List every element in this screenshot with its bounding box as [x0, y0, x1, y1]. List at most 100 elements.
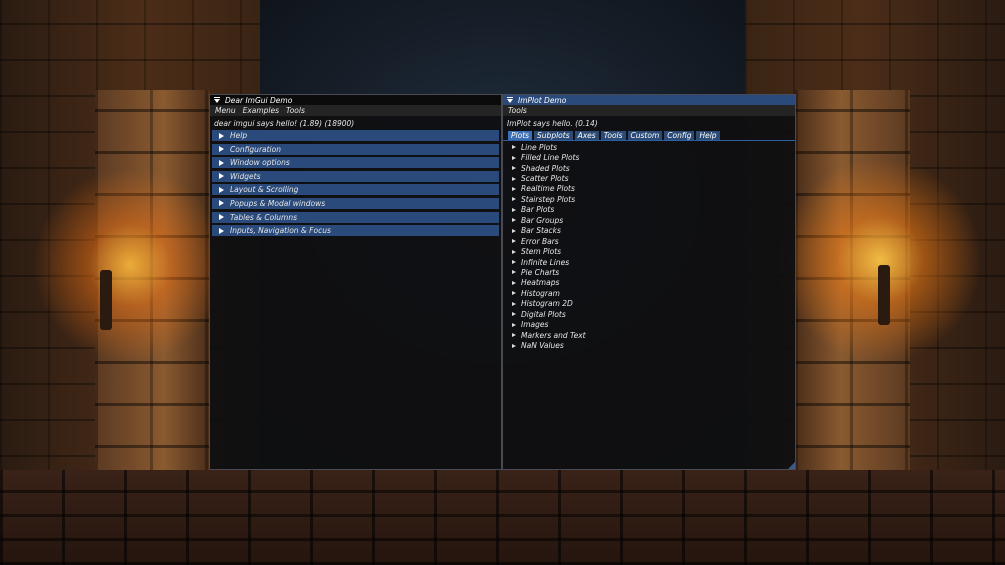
tree-arrow-icon — [512, 280, 516, 285]
torch-glow-left — [30, 170, 230, 360]
tree-item-scatter-plots[interactable]: Scatter Plots — [503, 173, 795, 183]
tree-arrow-icon — [512, 176, 516, 181]
tree-item-filled-line-plots[interactable]: Filled Line Plots — [503, 152, 795, 162]
tree-item-label: Infinite Lines — [521, 257, 570, 267]
resize-grip[interactable] — [788, 462, 795, 469]
torch-right — [878, 265, 890, 325]
tree-arrow-icon — [512, 249, 516, 254]
tree-item-shaded-plots[interactable]: Shaded Plots — [503, 163, 795, 173]
tree-arrow-icon — [512, 260, 516, 265]
tab-tools[interactable]: Tools — [600, 131, 626, 140]
tree-item-bar-stacks[interactable]: Bar Stacks — [503, 226, 795, 236]
tree-item-images[interactable]: Images — [503, 319, 795, 329]
tab-bar: Plots Subplots Axes Tools Custom Config … — [503, 131, 795, 141]
menu-bar: Tools — [503, 105, 795, 116]
header-layout-scrolling[interactable]: Layout & Scrolling — [212, 184, 499, 196]
header-popups-modal[interactable]: Popups & Modal windows — [212, 197, 499, 209]
collapse-icon[interactable] — [213, 96, 220, 104]
header-window-options[interactable]: Window options — [212, 157, 499, 169]
tree-item-label: Heatmaps — [521, 278, 560, 288]
tree-arrow-icon — [512, 228, 516, 233]
tab-config[interactable]: Config — [664, 131, 695, 140]
tree-arrow-icon — [512, 197, 516, 202]
menu-tools[interactable]: Tools — [286, 106, 305, 115]
tree-item-label: NaN Values — [521, 341, 564, 351]
tree-item-digital-plots[interactable]: Digital Plots — [503, 309, 795, 319]
header-label: Inputs, Navigation & Focus — [230, 226, 331, 236]
tree-arrow-icon — [512, 312, 516, 317]
header-tables-columns[interactable]: Tables & Columns — [212, 211, 499, 223]
menu-menu[interactable]: Menu — [215, 106, 236, 115]
tree-item-label: Histogram — [521, 288, 560, 298]
header-inputs-navigation[interactable]: Inputs, Navigation & Focus — [212, 225, 499, 237]
tree-item-label: Line Plots — [521, 142, 558, 152]
tree-item-label: Shaded Plots — [521, 163, 570, 173]
tree-item-label: Stairstep Plots — [521, 194, 576, 204]
expand-arrow-icon — [219, 173, 224, 180]
implot-demo-titlebar[interactable]: ImPlot Demo — [503, 95, 795, 105]
torch-left — [100, 270, 112, 330]
tree-item-label: Stem Plots — [521, 247, 562, 257]
expand-arrow-icon — [219, 159, 224, 166]
header-label: Layout & Scrolling — [230, 185, 299, 195]
tree-item-bar-groups[interactable]: Bar Groups — [503, 215, 795, 225]
menu-bar: Menu Examples Tools — [210, 105, 501, 116]
tree-item-nan-values[interactable]: NaN Values — [503, 340, 795, 350]
tree-arrow-icon — [512, 145, 516, 150]
plots-tree-list: Line Plots Filled Line Plots Shaded Plot… — [503, 142, 795, 351]
implot-demo-window[interactable]: ImPlot Demo Tools ImPlot says hello. (0.… — [502, 94, 796, 470]
tree-item-infinite-lines[interactable]: Infinite Lines — [503, 257, 795, 267]
expand-arrow-icon — [219, 186, 224, 193]
header-label: Popups & Modal windows — [230, 198, 326, 208]
tree-arrow-icon — [512, 218, 516, 223]
menu-examples[interactable]: Examples — [243, 106, 279, 115]
tree-item-bar-plots[interactable]: Bar Plots — [503, 205, 795, 215]
tab-custom[interactable]: Custom — [627, 131, 663, 140]
tree-item-label: Bar Plots — [521, 205, 555, 215]
tree-item-label: Filled Line Plots — [521, 153, 580, 163]
tree-item-markers-and-text[interactable]: Markers and Text — [503, 330, 795, 340]
tree-item-label: Bar Stacks — [521, 226, 561, 236]
tree-arrow-icon — [512, 155, 516, 160]
tree-arrow-icon — [512, 166, 516, 171]
header-label: Tables & Columns — [230, 212, 298, 222]
tree-item-realtime-plots[interactable]: Realtime Plots — [503, 184, 795, 194]
tree-item-label: Digital Plots — [521, 309, 566, 319]
menu-tools[interactable]: Tools — [508, 106, 527, 115]
header-label: Window options — [230, 158, 290, 168]
tree-item-histogram[interactable]: Histogram — [503, 288, 795, 298]
stone-floor — [0, 470, 1005, 565]
tree-item-label: Markers and Text — [521, 330, 586, 340]
tree-arrow-icon — [512, 186, 516, 191]
tree-arrow-icon — [512, 301, 516, 306]
tree-item-line-plots[interactable]: Line Plots — [503, 142, 795, 152]
header-configuration[interactable]: Configuration — [212, 143, 499, 155]
window-title: ImPlot Demo — [518, 95, 567, 105]
expand-arrow-icon — [219, 200, 224, 207]
tab-axes[interactable]: Axes — [574, 131, 599, 140]
window-title: Dear ImGui Demo — [225, 95, 293, 105]
imgui-demo-titlebar[interactable]: Dear ImGui Demo — [210, 95, 501, 105]
tree-arrow-icon — [512, 270, 516, 275]
tree-item-histogram-2d[interactable]: Histogram 2D — [503, 299, 795, 309]
collapse-icon[interactable] — [506, 96, 513, 104]
tab-plots[interactable]: Plots — [508, 131, 533, 140]
header-help[interactable]: Help — [212, 130, 499, 141]
hello-text: dear imgui says hello! (1.89) (18900) — [214, 119, 355, 128]
tab-help[interactable]: Help — [696, 131, 720, 140]
tree-arrow-icon — [512, 239, 516, 244]
tree-item-stairstep-plots[interactable]: Stairstep Plots — [503, 194, 795, 204]
imgui-demo-window[interactable]: Dear ImGui Demo Menu Examples Tools dear… — [209, 94, 502, 470]
tree-item-label: Error Bars — [521, 236, 559, 246]
header-widgets[interactable]: Widgets — [212, 170, 499, 182]
tree-item-pie-charts[interactable]: Pie Charts — [503, 267, 795, 277]
tab-subplots[interactable]: Subplots — [534, 131, 573, 140]
tree-arrow-icon — [512, 291, 516, 296]
tree-item-stem-plots[interactable]: Stem Plots — [503, 246, 795, 256]
expand-arrow-icon — [219, 132, 224, 139]
tree-item-label: Scatter Plots — [521, 174, 569, 184]
tree-item-label: Bar Groups — [521, 215, 564, 225]
tree-item-error-bars[interactable]: Error Bars — [503, 236, 795, 246]
tree-item-heatmaps[interactable]: Heatmaps — [503, 278, 795, 288]
header-label: Widgets — [230, 171, 261, 181]
